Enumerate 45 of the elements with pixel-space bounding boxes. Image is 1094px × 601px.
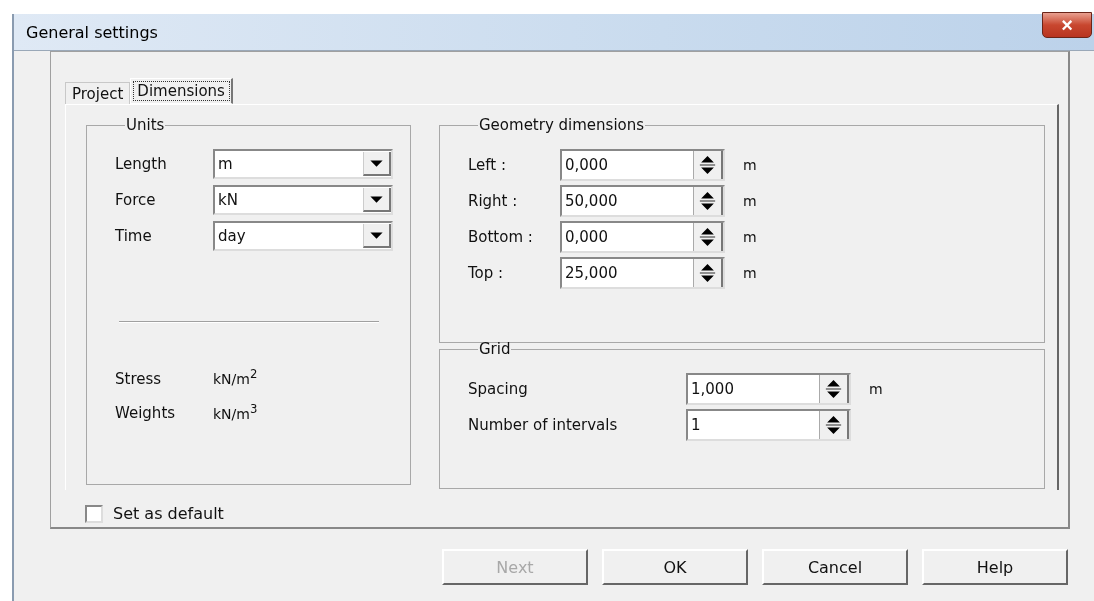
- spin-arrows-icon: [819, 375, 849, 403]
- spin-field[interactable]: 25,000: [560, 257, 725, 289]
- field-label: Left :: [468, 156, 508, 174]
- dropdown[interactable]: m: [213, 149, 393, 179]
- field-label: Top :: [468, 264, 505, 282]
- field-label: Time: [115, 227, 153, 245]
- unit-label: m: [743, 229, 757, 245]
- unit-label: m: [743, 265, 757, 281]
- dialog-button[interactable]: OK: [602, 549, 748, 585]
- tab[interactable]: Project: [65, 82, 131, 104]
- group-title: Units: [125, 119, 166, 131]
- spin-field[interactable]: 1: [686, 409, 851, 441]
- spin-arrows-icon: [693, 187, 723, 215]
- spin-arrows-icon: [693, 151, 723, 179]
- unit-label: Stress: [115, 369, 163, 388]
- unit-value: kN/m$^{2}$: [213, 367, 258, 387]
- dropdown[interactable]: day: [213, 221, 393, 251]
- unit-label: m: [743, 157, 757, 173]
- dialog-button[interactable]: Help: [922, 549, 1068, 585]
- field-label: Force: [115, 191, 157, 209]
- unit-value: kN/m$^{3}$: [213, 401, 258, 422]
- tab[interactable]: Dimensions: [130, 78, 233, 104]
- group-title: Geometry dimensions: [478, 119, 646, 131]
- spin-arrows-icon: [819, 411, 849, 439]
- spin-field[interactable]: 0,000: [560, 221, 725, 253]
- unit-label: Weights: [115, 404, 177, 423]
- group-title: Grid: [478, 343, 512, 355]
- checkbox[interactable]: [85, 504, 103, 523]
- unit-label: m: [869, 381, 883, 397]
- window-title: General settings: [26, 22, 158, 42]
- spin-field[interactable]: 50,000: [560, 185, 725, 217]
- spin-arrows-icon: [693, 223, 723, 251]
- unit-label: m: [743, 193, 757, 209]
- field-label: Number of intervals: [468, 416, 619, 434]
- spin-field[interactable]: 0,000: [560, 149, 725, 181]
- spin-field[interactable]: 1,000: [686, 373, 851, 405]
- checkbox-label[interactable]: Set as default: [113, 504, 224, 523]
- close-button[interactable]: ×: [1042, 12, 1092, 38]
- field-label: Length: [115, 155, 168, 173]
- spin-arrows-icon: [693, 259, 723, 287]
- field-label: Bottom :: [468, 228, 534, 246]
- dialog-button[interactable]: Cancel: [762, 549, 908, 585]
- dropdown[interactable]: kN: [213, 185, 393, 215]
- field-label: Spacing: [468, 380, 529, 398]
- field-label: Right :: [468, 192, 519, 210]
